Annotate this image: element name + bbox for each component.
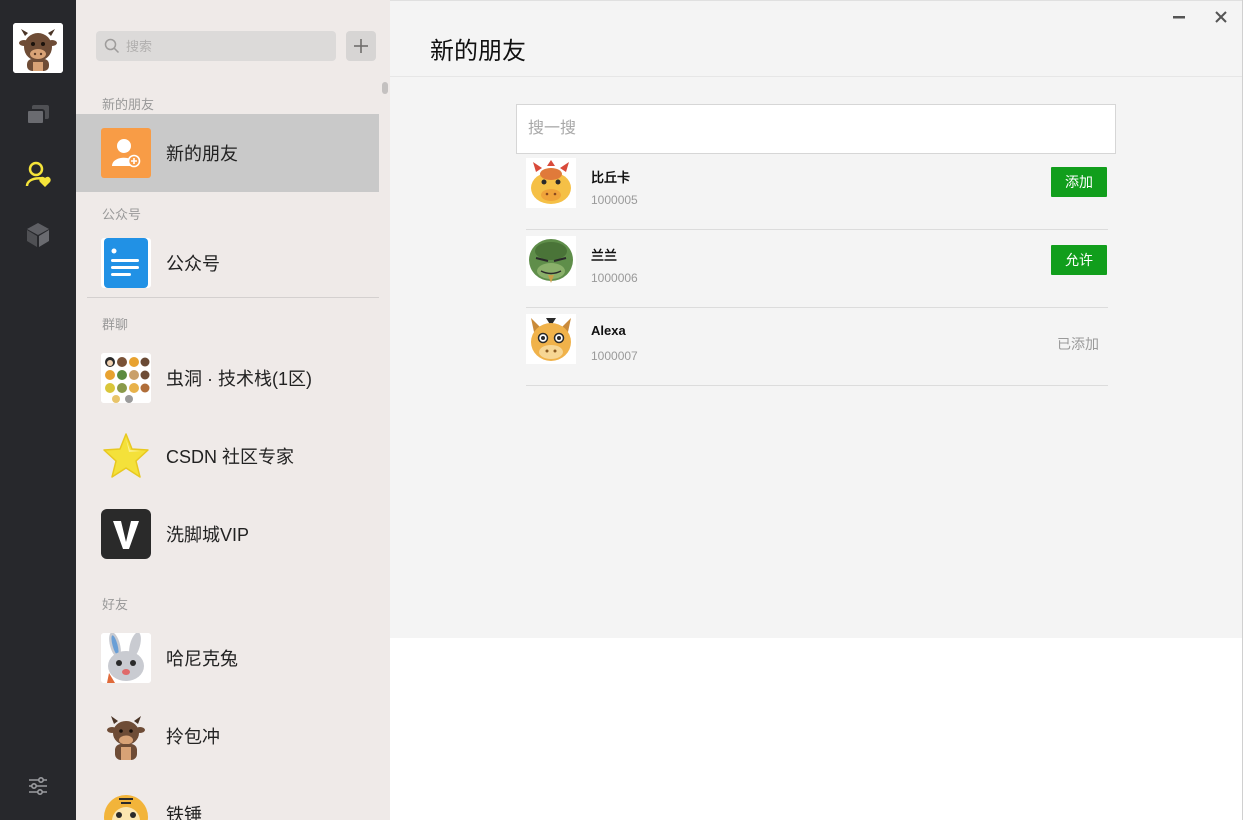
main-empty-area	[390, 638, 1243, 820]
page-title: 新的朋友	[430, 38, 526, 65]
sliders-icon	[29, 776, 47, 796]
new-friend-icon	[101, 128, 151, 178]
list-scrollbar[interactable]	[382, 82, 388, 94]
list-item-official-accounts[interactable]: 公众号	[76, 224, 379, 302]
list-item-friend[interactable]: 哈尼克兔	[76, 619, 379, 697]
section-label-groups: 群聊	[102, 317, 129, 332]
header-divider	[390, 76, 1243, 77]
contact-list-pane: 新的朋友 新的朋友 公众号 公众号 群聊	[76, 0, 390, 820]
document-icon	[101, 238, 151, 288]
nav-cube-button[interactable]	[23, 220, 53, 250]
friend-name: 比丘卡	[591, 170, 631, 185]
section-label-new-friends: 新的朋友	[102, 97, 155, 112]
list-item-label: 拎包冲	[166, 727, 220, 747]
user-avatar[interactable]	[13, 23, 63, 73]
add-friend-button[interactable]: 添加	[1051, 167, 1107, 197]
cube-icon	[27, 223, 49, 247]
horse-avatar-icon	[526, 314, 576, 364]
group-mosaic-icon	[101, 353, 151, 403]
letter-v-icon	[101, 509, 151, 559]
section-label-official: 公众号	[102, 207, 142, 222]
green-dino-avatar-icon	[526, 236, 576, 286]
friend-request-row: 比丘卡 1000005 添加	[526, 152, 1108, 230]
plus-icon	[354, 39, 368, 53]
rabbit-avatar-icon	[101, 633, 151, 683]
list-item-group[interactable]: CSDN 社区专家	[76, 417, 379, 495]
friend-name: 兰兰	[591, 248, 618, 263]
nav-chat-button[interactable]	[23, 100, 53, 130]
allow-friend-button[interactable]: 允许	[1051, 245, 1107, 275]
sidebar-search[interactable]	[96, 31, 336, 61]
search-icon	[104, 38, 120, 54]
friends-icon	[25, 161, 51, 187]
section-divider	[87, 297, 379, 298]
close-button[interactable]	[1211, 7, 1231, 27]
friend-id: 1000005	[591, 193, 638, 207]
list-item-friend[interactable]: 铁锤	[76, 775, 379, 820]
friend-request-row: 兰兰 1000006 允许	[526, 230, 1108, 308]
list-item-label: 新的朋友	[166, 144, 238, 164]
tiger-avatar-icon	[101, 789, 151, 820]
list-item-label: 哈尼克兔	[166, 649, 238, 669]
added-status: 已添加	[1057, 336, 1099, 352]
close-icon	[1215, 11, 1227, 23]
list-item-group[interactable]: 虫洞 · 技术栈(1区)	[76, 339, 379, 417]
list-item-label: 公众号	[166, 254, 220, 274]
list-item-group[interactable]: 洗脚城VIP	[76, 495, 379, 573]
friend-request-row: Alexa 1000007 已添加	[526, 308, 1108, 386]
list-item-new-friends[interactable]: 新的朋友	[76, 114, 379, 192]
friend-id: 1000007	[591, 349, 638, 363]
ox-avatar-icon	[101, 711, 151, 761]
add-contact-button[interactable]	[346, 31, 376, 61]
list-item-label: 洗脚城VIP	[166, 525, 250, 545]
nav-bar	[0, 0, 76, 820]
nav-settings-button[interactable]	[23, 771, 53, 801]
friend-search[interactable]	[516, 104, 1116, 154]
sidebar-search-input[interactable]	[126, 38, 326, 54]
list-item-label: 铁锤	[166, 805, 202, 820]
chat-bubbles-icon	[26, 105, 49, 125]
minimize-icon	[1173, 16, 1185, 19]
minimize-button[interactable]	[1169, 7, 1189, 27]
friend-search-input[interactable]	[517, 105, 1115, 153]
friend-id: 1000006	[591, 271, 638, 285]
list-item-label: 虫洞 · 技术栈(1区)	[166, 369, 312, 389]
list-item-label: CSDN 社区专家	[166, 447, 295, 467]
list-item-friend[interactable]: 拎包冲	[76, 697, 379, 775]
friend-name: Alexa	[591, 323, 626, 338]
nav-friends-button[interactable]	[23, 160, 53, 190]
main-pane: 新的朋友 搜一搜 比丘卡 1000005 添加 兰兰 1000006 允许 Al…	[390, 0, 1243, 638]
star-icon	[101, 431, 151, 481]
section-label-friends: 好友	[102, 597, 129, 612]
red-dragon-avatar-icon	[526, 158, 576, 208]
